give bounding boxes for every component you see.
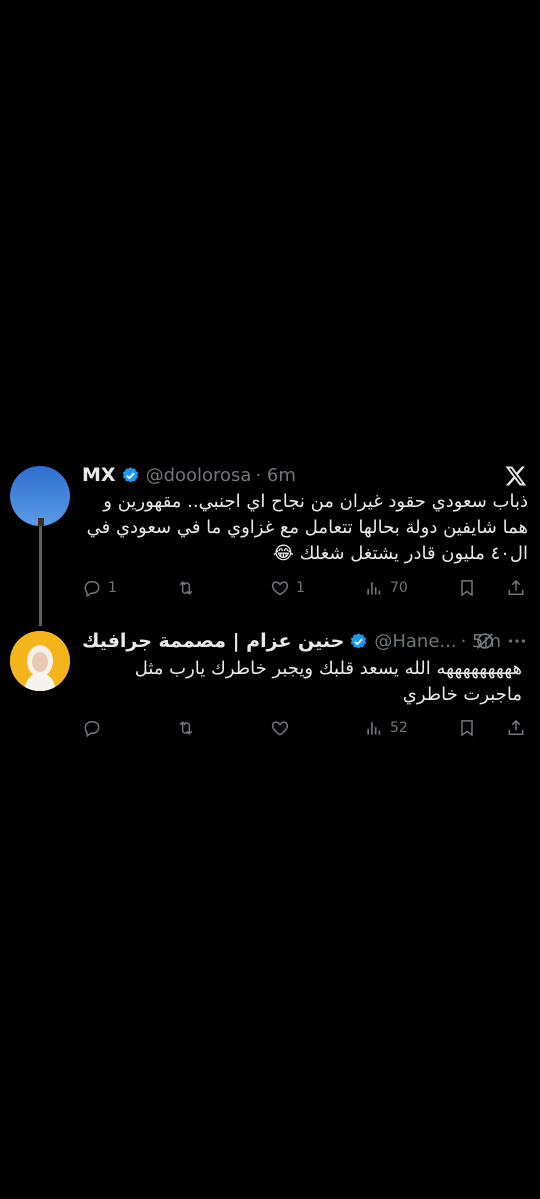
handle[interactable]: @doolorosa [146,465,252,486]
thread-line [39,526,42,626]
avatar[interactable] [10,631,70,691]
tweet-1[interactable]: MX @doolorosa · 6m ذباب سعودي حقود غيران… [0,460,540,610]
retweet-button[interactable] [176,718,196,738]
share-icon [508,719,524,735]
share-icon [508,579,524,595]
like-button[interactable] [270,718,290,738]
like-icon [271,581,289,596]
retweet-icon [179,721,193,735]
share-button[interactable] [506,578,526,598]
bookmark-icon [461,720,473,737]
like-count: 1 [296,580,305,596]
more-icon[interactable] [506,630,528,652]
bookmark-button[interactable] [457,718,477,738]
share-button[interactable] [506,718,526,738]
reply-icon [84,581,100,598]
tweet-1-header: MX @doolorosa · 6m [82,464,296,486]
like-icon [271,721,289,736]
handle[interactable]: @Hane... [374,631,456,652]
reply-button[interactable]: 1 [82,578,117,598]
avatar-image [10,466,70,526]
reply-button[interactable] [82,718,102,738]
display-name[interactable]: MX [82,464,116,486]
tweet-2-header: حنين عزام | مصممة جرافيك @Hane... · 5m [82,630,501,652]
verified-badge-icon [122,466,138,483]
reply-count: 1 [108,580,117,596]
reply-icon [84,721,100,738]
bookmark-button[interactable] [457,578,477,598]
like-button[interactable]: 1 [270,578,305,598]
tweet-text: هههههههههه الله يسعد قلبك ويجبر خاطرك يا… [134,658,522,705]
retweet-button[interactable] [176,578,196,598]
x-logo-icon [505,466,527,486]
verified-badge-icon [351,632,367,649]
grok-icon[interactable] [474,630,496,652]
avatar-image [10,631,70,691]
bookmark-icon [461,580,473,597]
tweet-2[interactable]: حنين عزام | مصممة جرافيك @Hane... · 5m ه… [0,628,540,748]
view-count: 52 [390,720,408,736]
retweet-icon [179,581,193,595]
avatar[interactable] [10,466,70,526]
display-name[interactable]: حنين عزام | مصممة جرافيك [82,630,344,652]
views-icon [367,582,381,595]
view-count: 70 [390,580,408,596]
tweet-text: ذباب سعودي حقود غيران من نجاح اي اجنبي..… [86,491,528,564]
views-button[interactable]: 70 [364,578,408,598]
views-icon [367,722,381,735]
timestamp[interactable]: · 6m [255,465,295,486]
views-button[interactable]: 52 [364,718,408,738]
